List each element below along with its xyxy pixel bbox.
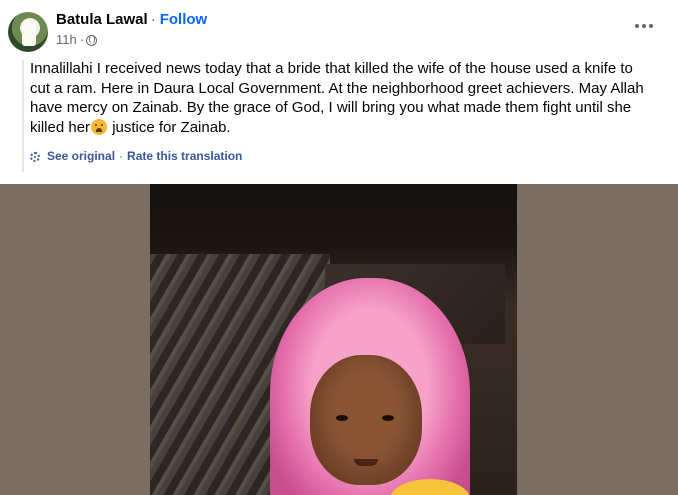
post-text: Innalillahi I received news today that a…	[30, 59, 650, 137]
more-dot	[635, 24, 639, 28]
post-body: Innalillahi I received news today that a…	[30, 59, 650, 137]
photo-eye-right	[382, 415, 394, 421]
crying-face-emoji-icon	[91, 118, 108, 135]
more-dot	[642, 24, 646, 28]
translation-quote-bar	[22, 60, 24, 172]
photo-person-face	[310, 355, 422, 485]
author-separator: ·	[150, 11, 156, 28]
author-name[interactable]: Batula Lawal	[56, 11, 148, 28]
post-header: Batula Lawal · Follow 11h ·	[0, 0, 678, 56]
post-meta: 11h ·	[56, 32, 98, 48]
rate-translation-link[interactable]: Rate this translation	[127, 149, 242, 164]
see-original-link[interactable]: See original	[47, 149, 115, 164]
post-timestamp[interactable]: 11h	[56, 32, 77, 48]
post-body-tail: justice for Zainab.	[108, 118, 231, 136]
photo-eye-left	[336, 415, 348, 421]
globe-icon	[86, 34, 98, 46]
post-photo-area[interactable]	[0, 184, 678, 495]
photo-mouth	[354, 459, 378, 466]
author-line: Batula Lawal · Follow	[56, 11, 207, 29]
more-options-icon[interactable]	[630, 16, 658, 36]
more-dot	[649, 24, 653, 28]
post-photo[interactable]	[150, 184, 517, 495]
translation-separator: ·	[119, 149, 124, 163]
meta-separator: ·	[79, 32, 85, 47]
author-avatar[interactable]	[8, 12, 48, 52]
translation-controls: See original · Rate this translation	[30, 149, 242, 164]
follow-button[interactable]: Follow	[160, 11, 208, 28]
gear-icon[interactable]	[30, 151, 40, 162]
